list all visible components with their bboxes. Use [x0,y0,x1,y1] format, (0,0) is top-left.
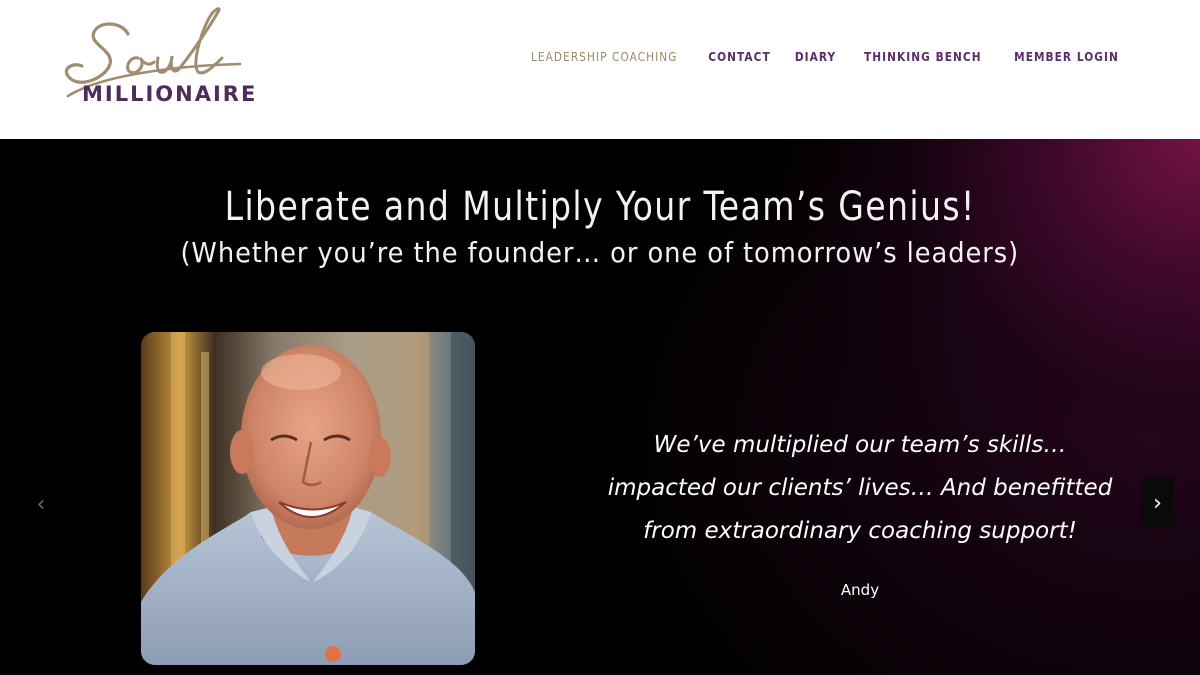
nav-contact[interactable]: CONTACT [709,50,771,64]
quote-line: from extraordinary coaching support! [643,518,1077,544]
person-photo-illustration [141,332,475,665]
nav-leadership-coaching[interactable]: LEADERSHIP COACHING [531,50,678,64]
hero-section: Liberate and Multiply Your Team’s Genius… [0,139,1200,675]
chevron-left-icon: ‹ [36,491,46,517]
carousel-prev-button[interactable]: ‹ [26,484,56,524]
hero-subtitle: (Whether you’re the founder… or one of t… [0,239,1200,267]
hero-title-text: Liberate and Multiply Your Team’s Genius… [224,184,976,230]
logo-wordmark: MILLIONAIRE [82,82,258,106]
main-nav: LEADERSHIP COACHING CONTACT DIARY THINKI… [521,50,1126,64]
testimonial-author: Andy [840,581,880,599]
carousel-next-button[interactable]: › [1141,478,1174,528]
testimonial-photo [141,332,475,665]
testimonial-quote: We’ve multiplied our team’s skills… impa… [600,424,1120,553]
chevron-right-icon: › [1153,490,1162,516]
quote-line: We’ve multiplied our team’s skills… [653,432,1067,458]
nav-diary[interactable]: DIARY [795,50,836,64]
quote-line: impacted our clients’ lives… And benefit… [607,475,1113,501]
hero-subtitle-text: (Whether you’re the founder… or one of t… [180,236,1020,269]
site-header: MILLIONAIRE LEADERSHIP COACHING CONTACT … [0,0,1200,139]
nav-thinking-bench[interactable]: THINKING BENCH [864,50,982,64]
nav-member-login[interactable]: MEMBER LOGIN [1014,50,1119,64]
hero-title: Liberate and Multiply Your Team’s Genius… [0,187,1200,227]
logo[interactable]: MILLIONAIRE [60,6,260,116]
